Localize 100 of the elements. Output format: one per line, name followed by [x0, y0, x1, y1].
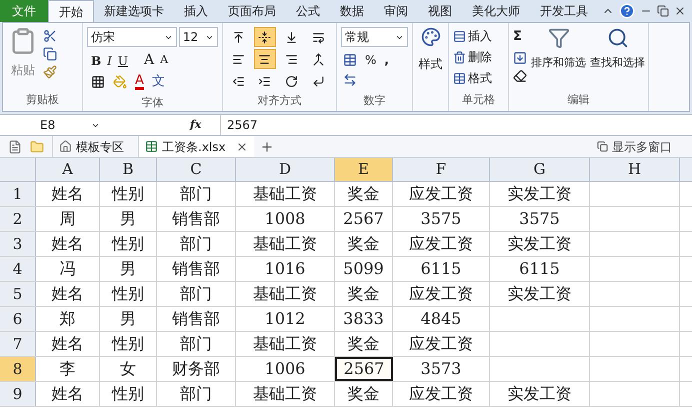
multi-window-button[interactable]: 显示多窗口: [597, 138, 672, 156]
border-icon[interactable]: [91, 75, 105, 89]
ribbon-tab[interactable]: 新建选项卡: [94, 0, 174, 22]
add-tab-icon[interactable]: [260, 140, 274, 154]
find-select-button[interactable]: 查找和选择: [590, 27, 645, 82]
group-label: 对齐方式: [258, 94, 302, 107]
table-cell: 冯: [36, 257, 100, 281]
return-arrow-icon: [312, 74, 325, 88]
row-header[interactable]: 7: [0, 332, 36, 356]
column-header[interactable]: A: [36, 158, 100, 181]
row-header[interactable]: 3: [0, 232, 36, 256]
fill-color-icon[interactable]: [113, 75, 127, 89]
row-header[interactable]: 5: [0, 282, 36, 306]
format-painter-icon[interactable]: [43, 65, 57, 79]
underline-button[interactable]: U: [118, 52, 128, 70]
palette-icon: [420, 27, 440, 47]
file-tab[interactable]: 文件: [0, 0, 48, 22]
table-cell: 应发工资: [393, 382, 490, 406]
table-cell: 周: [36, 207, 100, 231]
row-header[interactable]: 6: [0, 307, 36, 331]
rotate-icon: [285, 74, 298, 88]
sort-filter-button[interactable]: 排序和筛选: [531, 27, 586, 82]
row-header[interactable]: 1: [0, 182, 36, 206]
table-cell: 部门: [157, 232, 236, 256]
font-size-field[interactable]: 12: [178, 27, 218, 47]
column-header[interactable]: C: [157, 158, 236, 181]
grow-font-button[interactable]: A: [144, 50, 154, 71]
ribbon-tab[interactable]: 审阅: [374, 0, 418, 22]
cut-icon[interactable]: [43, 29, 57, 43]
table-cell: 销售部: [157, 307, 236, 331]
restore-icon[interactable]: [657, 5, 669, 17]
ribbon-tab[interactable]: 视图: [418, 0, 462, 22]
table-cell: 姓名: [36, 332, 100, 356]
table-cell: 性别: [100, 332, 157, 356]
table-cell: 1008: [236, 207, 335, 231]
cells-button[interactable]: 删除: [453, 48, 504, 66]
row-header[interactable]: 2: [0, 207, 36, 231]
eraser-icon[interactable]: [513, 68, 527, 82]
home-icon: [59, 140, 72, 153]
close-icon[interactable]: [236, 140, 248, 152]
table-cell: 李: [36, 357, 100, 381]
row-header[interactable]: 8: [0, 357, 36, 381]
table-cell: 应发工资: [393, 182, 490, 206]
column-header[interactable]: G: [490, 158, 590, 181]
ribbon-tab[interactable]: 公式: [286, 0, 330, 22]
align-bottom-icon: [285, 30, 298, 44]
autosum-button[interactable]: Σ: [513, 27, 527, 46]
table-cell: 奖金: [335, 232, 393, 256]
close-icon[interactable]: [674, 5, 686, 17]
ribbon-tab[interactable]: 插入: [174, 0, 218, 22]
font-name-field[interactable]: 仿宋: [87, 27, 177, 47]
phonetic-button[interactable]: 文: [152, 75, 165, 89]
table-cell: 财务部: [157, 357, 236, 381]
help-icon[interactable]: [619, 3, 635, 19]
cells-button[interactable]: 格式: [453, 69, 504, 87]
ribbon-tab[interactable]: 页面布局: [218, 0, 286, 22]
document-tab[interactable]: 工资条.xlsx: [138, 136, 254, 157]
row-header[interactable]: 9: [0, 382, 36, 406]
shrink-font-button[interactable]: A: [160, 52, 168, 69]
table-cell: 性别: [100, 182, 157, 206]
table-cell: 6115: [393, 257, 490, 281]
table-cell: 奖金: [335, 332, 393, 356]
percent-button[interactable]: %: [365, 51, 376, 69]
column-header[interactable]: F: [393, 158, 490, 181]
italic-button[interactable]: I: [107, 52, 112, 70]
column-header[interactable]: B: [100, 158, 157, 181]
function-label[interactable]: fx: [190, 116, 220, 134]
search-icon: [606, 27, 628, 49]
table-cell: 应发工资: [393, 332, 490, 356]
font-color-button[interactable]: A: [135, 74, 144, 90]
table-cell: 奖金: [335, 382, 393, 406]
table-cell: 女: [100, 357, 157, 381]
ribbon-tab[interactable]: 开发工具: [530, 0, 598, 22]
ribbon-tab[interactable]: 开始: [48, 0, 94, 22]
ribbon-tab[interactable]: 数据: [330, 0, 374, 22]
table-cell: 男: [100, 207, 157, 231]
table-cell: 3833: [335, 307, 393, 331]
align-left-icon: [232, 52, 244, 66]
bold-button[interactable]: B: [91, 52, 102, 70]
formula-field[interactable]: 2567: [220, 115, 692, 135]
align-middle-button[interactable]: [254, 27, 276, 47]
new-file-icon[interactable]: [8, 140, 22, 154]
ribbon-tab[interactable]: 美化大师: [462, 0, 530, 22]
table-cell: 实发工资: [490, 282, 590, 306]
column-header[interactable]: E: [335, 158, 393, 181]
copy-icon[interactable]: [43, 47, 57, 61]
styles-button[interactable]: 样式: [418, 27, 442, 73]
table-cell: 1012: [236, 307, 335, 331]
align-right-icon: [285, 52, 298, 66]
align-center-button[interactable]: [254, 49, 276, 69]
table-cell: 销售部: [157, 207, 236, 231]
number-format-field[interactable]: 常规: [341, 27, 408, 47]
name-box[interactable]: E8: [0, 116, 140, 134]
cells-button[interactable]: 插入: [453, 27, 504, 45]
row-header[interactable]: 4: [0, 257, 36, 281]
table-cell: 3575: [393, 207, 490, 231]
document-tab[interactable]: 模板专区: [52, 136, 130, 157]
group-label: 数字: [364, 94, 386, 107]
comma-button[interactable]: ,: [384, 51, 389, 69]
column-header[interactable]: H: [590, 158, 680, 181]
